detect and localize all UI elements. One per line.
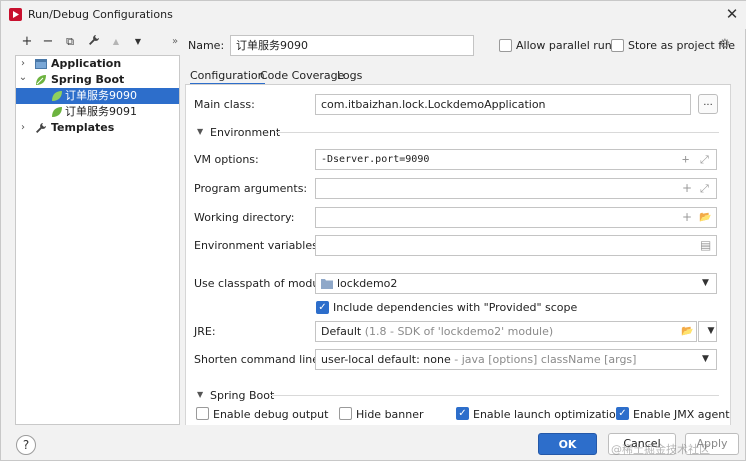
vm-options-value: -Dserver.port=9090: [321, 154, 430, 165]
store-project-checkbox[interactable]: [611, 39, 624, 52]
launch-optimization-label: Enable launch optimization: [473, 408, 623, 421]
add-icon[interactable]: +: [682, 179, 692, 198]
gear-icon[interactable]: ⚙: [719, 37, 731, 52]
move-down-icon[interactable]: ▼: [130, 34, 146, 50]
apply-button[interactable]: Apply: [685, 433, 739, 455]
tab-code-coverage[interactable]: Code Coverage: [260, 69, 344, 82]
tree-item-application[interactable]: › Application: [16, 56, 179, 72]
application-icon: [35, 59, 47, 69]
working-directory-input[interactable]: + 📂: [315, 207, 717, 228]
chevron-down-icon[interactable]: ⌄: [18, 70, 28, 86]
chevron-down-icon: ▼: [702, 354, 709, 364]
chevron-down-icon: ▼: [707, 326, 715, 336]
classpath-module-label: Use classpath of module:: [194, 277, 333, 290]
chevron-right-icon[interactable]: ›: [18, 120, 28, 136]
section-divider: [276, 132, 719, 133]
launch-optimization-checkbox[interactable]: ✓: [456, 407, 469, 420]
collapse-spring-boot-icon[interactable]: ▼: [197, 390, 203, 399]
tree-item-templates[interactable]: › Templates: [16, 120, 179, 136]
classpath-module-select[interactable]: lockdemo2 ▼: [315, 273, 717, 294]
spring-boot-icon: [52, 107, 62, 117]
folder-icon[interactable]: 📂: [681, 322, 693, 341]
jre-label: JRE:: [194, 325, 216, 338]
tree-item-label: Templates: [51, 121, 115, 134]
jre-hint: (1.8 - SDK of 'lockdemo2' module): [364, 325, 554, 338]
wrench-icon: [36, 123, 46, 133]
cancel-button[interactable]: Cancel: [608, 433, 676, 455]
app-icon: [9, 8, 22, 21]
chevron-down-icon[interactable]: ▼: [702, 274, 709, 293]
section-divider: [271, 395, 719, 396]
tree-item-order-9090[interactable]: 订单服务9090: [16, 88, 179, 104]
config-tree: › Application ⌄ Spring Boot 订单服务9090 订单服…: [15, 55, 180, 425]
tree-item-label: Application: [51, 57, 122, 70]
add-icon[interactable]: +: [682, 150, 689, 169]
run-debug-dialog: Run/Debug Configurations ✕ + − ⧉ ▲ ▼ » ›…: [0, 0, 746, 461]
close-icon[interactable]: ✕: [723, 5, 741, 23]
vm-options-label: VM options:: [194, 153, 259, 166]
jmx-agent-label: Enable JMX agent: [633, 408, 730, 421]
shorten-command-value: user-local default: none: [321, 353, 451, 366]
shorten-command-hint: - java [options] className [args]: [454, 353, 637, 366]
debug-output-label: Enable debug output: [213, 408, 329, 421]
tree-item-label: 订单服务9090: [65, 89, 137, 102]
document-icon[interactable]: ▤: [700, 236, 711, 255]
title-bar: Run/Debug Configurations ✕: [1, 1, 746, 29]
add-icon[interactable]: +: [682, 208, 692, 227]
vm-options-input[interactable]: -Dserver.port=9090 + ⤢: [315, 149, 717, 170]
more-icon[interactable]: »: [167, 34, 183, 50]
allow-parallel-label: Allow parallel run: [516, 39, 612, 52]
include-provided-checkbox[interactable]: ✓: [316, 301, 329, 314]
name-label: Name:: [188, 39, 225, 52]
spring-boot-icon: [52, 91, 62, 101]
include-provided-label: Include dependencies with "Provided" sco…: [333, 301, 578, 314]
jre-dropdown-button[interactable]: ▼: [698, 321, 717, 342]
classpath-module-value: lockdemo2: [337, 277, 398, 290]
tree-item-label: Spring Boot: [51, 73, 125, 86]
allow-parallel-checkbox[interactable]: [499, 39, 512, 52]
module-folder-icon: [321, 279, 333, 289]
collapse-environment-icon[interactable]: ▼: [197, 127, 203, 136]
program-arguments-label: Program arguments:: [194, 182, 308, 195]
spring-boot-section-title: Spring Boot: [210, 389, 275, 402]
main-class-label: Main class:: [194, 98, 255, 111]
name-input[interactable]: 订单服务9090: [230, 35, 474, 56]
tree-item-label: 订单服务9091: [65, 105, 137, 118]
folder-icon[interactable]: 📂: [699, 208, 711, 227]
spring-boot-icon: [36, 75, 46, 85]
program-arguments-input[interactable]: + ⤢: [315, 178, 717, 199]
ok-button[interactable]: OK: [538, 433, 597, 455]
debug-output-checkbox[interactable]: [196, 407, 209, 420]
window-title: Run/Debug Configurations: [28, 8, 173, 21]
expand-icon[interactable]: ⤢: [700, 150, 709, 169]
tree-item-spring-boot[interactable]: ⌄ Spring Boot: [16, 72, 179, 88]
wrench-icon[interactable]: [86, 34, 102, 50]
jre-value: Default: [321, 325, 362, 338]
move-up-icon[interactable]: ▲: [108, 34, 124, 50]
working-directory-label: Working directory:: [194, 211, 295, 224]
environment-variables-input[interactable]: ▤: [315, 235, 717, 256]
copy-config-icon[interactable]: ⧉: [62, 34, 78, 50]
browse-main-class-button[interactable]: ...: [698, 94, 718, 114]
hide-banner-checkbox[interactable]: [339, 407, 352, 420]
tab-logs[interactable]: Logs: [337, 69, 362, 82]
jre-select[interactable]: Default (1.8 - SDK of 'lockdemo2' module…: [315, 321, 697, 342]
jmx-agent-checkbox[interactable]: ✓: [616, 407, 629, 420]
hide-banner-label: Hide banner: [356, 408, 424, 421]
shorten-command-label: Shorten command line:: [194, 353, 323, 366]
environment-section-title: Environment: [210, 126, 281, 139]
tree-item-order-9091[interactable]: 订单服务9091: [16, 104, 179, 120]
main-class-input[interactable]: com.itbaizhan.lock.LockdemoApplication: [315, 94, 691, 115]
help-button[interactable]: ?: [16, 435, 36, 455]
shorten-command-select[interactable]: user-local default: none - java [options…: [315, 349, 717, 370]
remove-config-button[interactable]: −: [40, 34, 56, 50]
expand-icon[interactable]: ⤢: [700, 179, 709, 198]
tab-configuration[interactable]: Configuration: [190, 69, 265, 85]
add-config-button[interactable]: +: [19, 34, 35, 50]
environment-variables-label: Environment variables:: [194, 239, 322, 252]
